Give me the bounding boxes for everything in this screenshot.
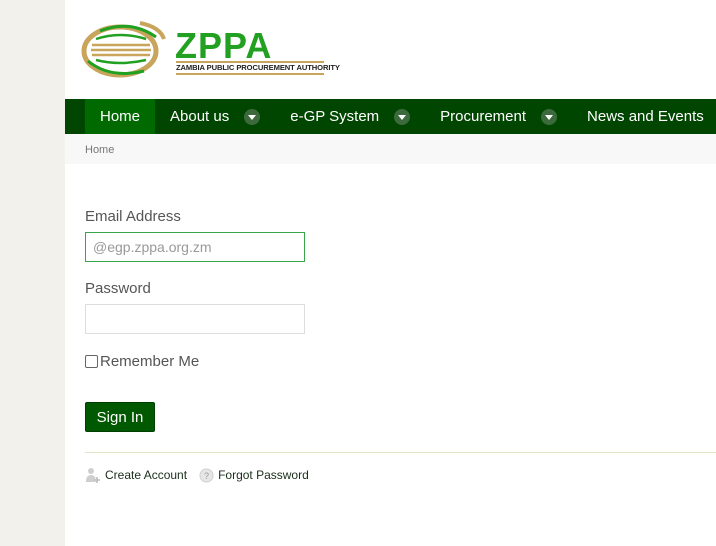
chevron-down-icon[interactable] bbox=[244, 108, 261, 125]
logo-title: ZPPA bbox=[175, 25, 273, 66]
svg-text:?: ? bbox=[204, 471, 209, 481]
nav-item-about-us[interactable]: About us bbox=[155, 99, 275, 134]
logo-rule-bottom bbox=[176, 73, 324, 75]
forgot-password-label: Forgot Password bbox=[218, 468, 309, 482]
forgot-password-link[interactable]: ? Forgot Password bbox=[199, 468, 309, 483]
nav-item-egp-system[interactable]: e-GP System bbox=[275, 99, 425, 134]
sign-in-button[interactable]: Sign In bbox=[85, 402, 155, 432]
nav-item-news-and-events[interactable]: News and Events bbox=[572, 99, 716, 134]
nav-item-label: About us bbox=[170, 108, 230, 125]
remember-me-row: Remember Me bbox=[85, 353, 199, 370]
add-user-icon bbox=[85, 467, 101, 483]
zppa-logo[interactable]: ZPPA ZAMBIA PUBLIC PROCUREMENT AUTHORITY bbox=[80, 17, 340, 81]
password-input[interactable] bbox=[85, 304, 305, 334]
create-account-label: Create Account bbox=[105, 468, 188, 482]
password-label: Password bbox=[85, 280, 151, 297]
chevron-down-icon[interactable] bbox=[394, 108, 411, 125]
nav-item-label: Home bbox=[100, 108, 141, 125]
remember-me-checkbox[interactable] bbox=[85, 355, 98, 368]
email-input[interactable] bbox=[85, 232, 305, 262]
help-circle-icon: ? bbox=[199, 468, 214, 483]
page-container: ZPPA ZAMBIA PUBLIC PROCUREMENT AUTHORITY… bbox=[65, 0, 716, 546]
remember-me-label[interactable]: Remember Me bbox=[100, 353, 199, 370]
divider bbox=[85, 452, 716, 453]
email-label: Email Address bbox=[85, 208, 181, 225]
breadcrumb: Home bbox=[65, 134, 716, 164]
nav-item-label: News and Events bbox=[587, 108, 704, 125]
site-header: ZPPA ZAMBIA PUBLIC PROCUREMENT AUTHORITY bbox=[65, 0, 716, 99]
globe-emblem-icon bbox=[81, 21, 166, 78]
nav-item-label: Procurement bbox=[440, 108, 527, 125]
nav-item-label: e-GP System bbox=[290, 108, 380, 125]
main-nav: Home About us e-GP System Procurement Ne… bbox=[65, 99, 716, 134]
logo-subtitle: ZAMBIA PUBLIC PROCUREMENT AUTHORITY bbox=[176, 63, 340, 72]
account-links: Create Account ? Forgot Password bbox=[85, 467, 309, 483]
breadcrumb-item-home[interactable]: Home bbox=[85, 144, 114, 156]
nav-item-procurement[interactable]: Procurement bbox=[425, 99, 572, 134]
chevron-down-icon[interactable] bbox=[541, 108, 558, 125]
nav-item-home[interactable]: Home bbox=[85, 99, 156, 134]
create-account-link[interactable]: Create Account bbox=[85, 467, 187, 483]
